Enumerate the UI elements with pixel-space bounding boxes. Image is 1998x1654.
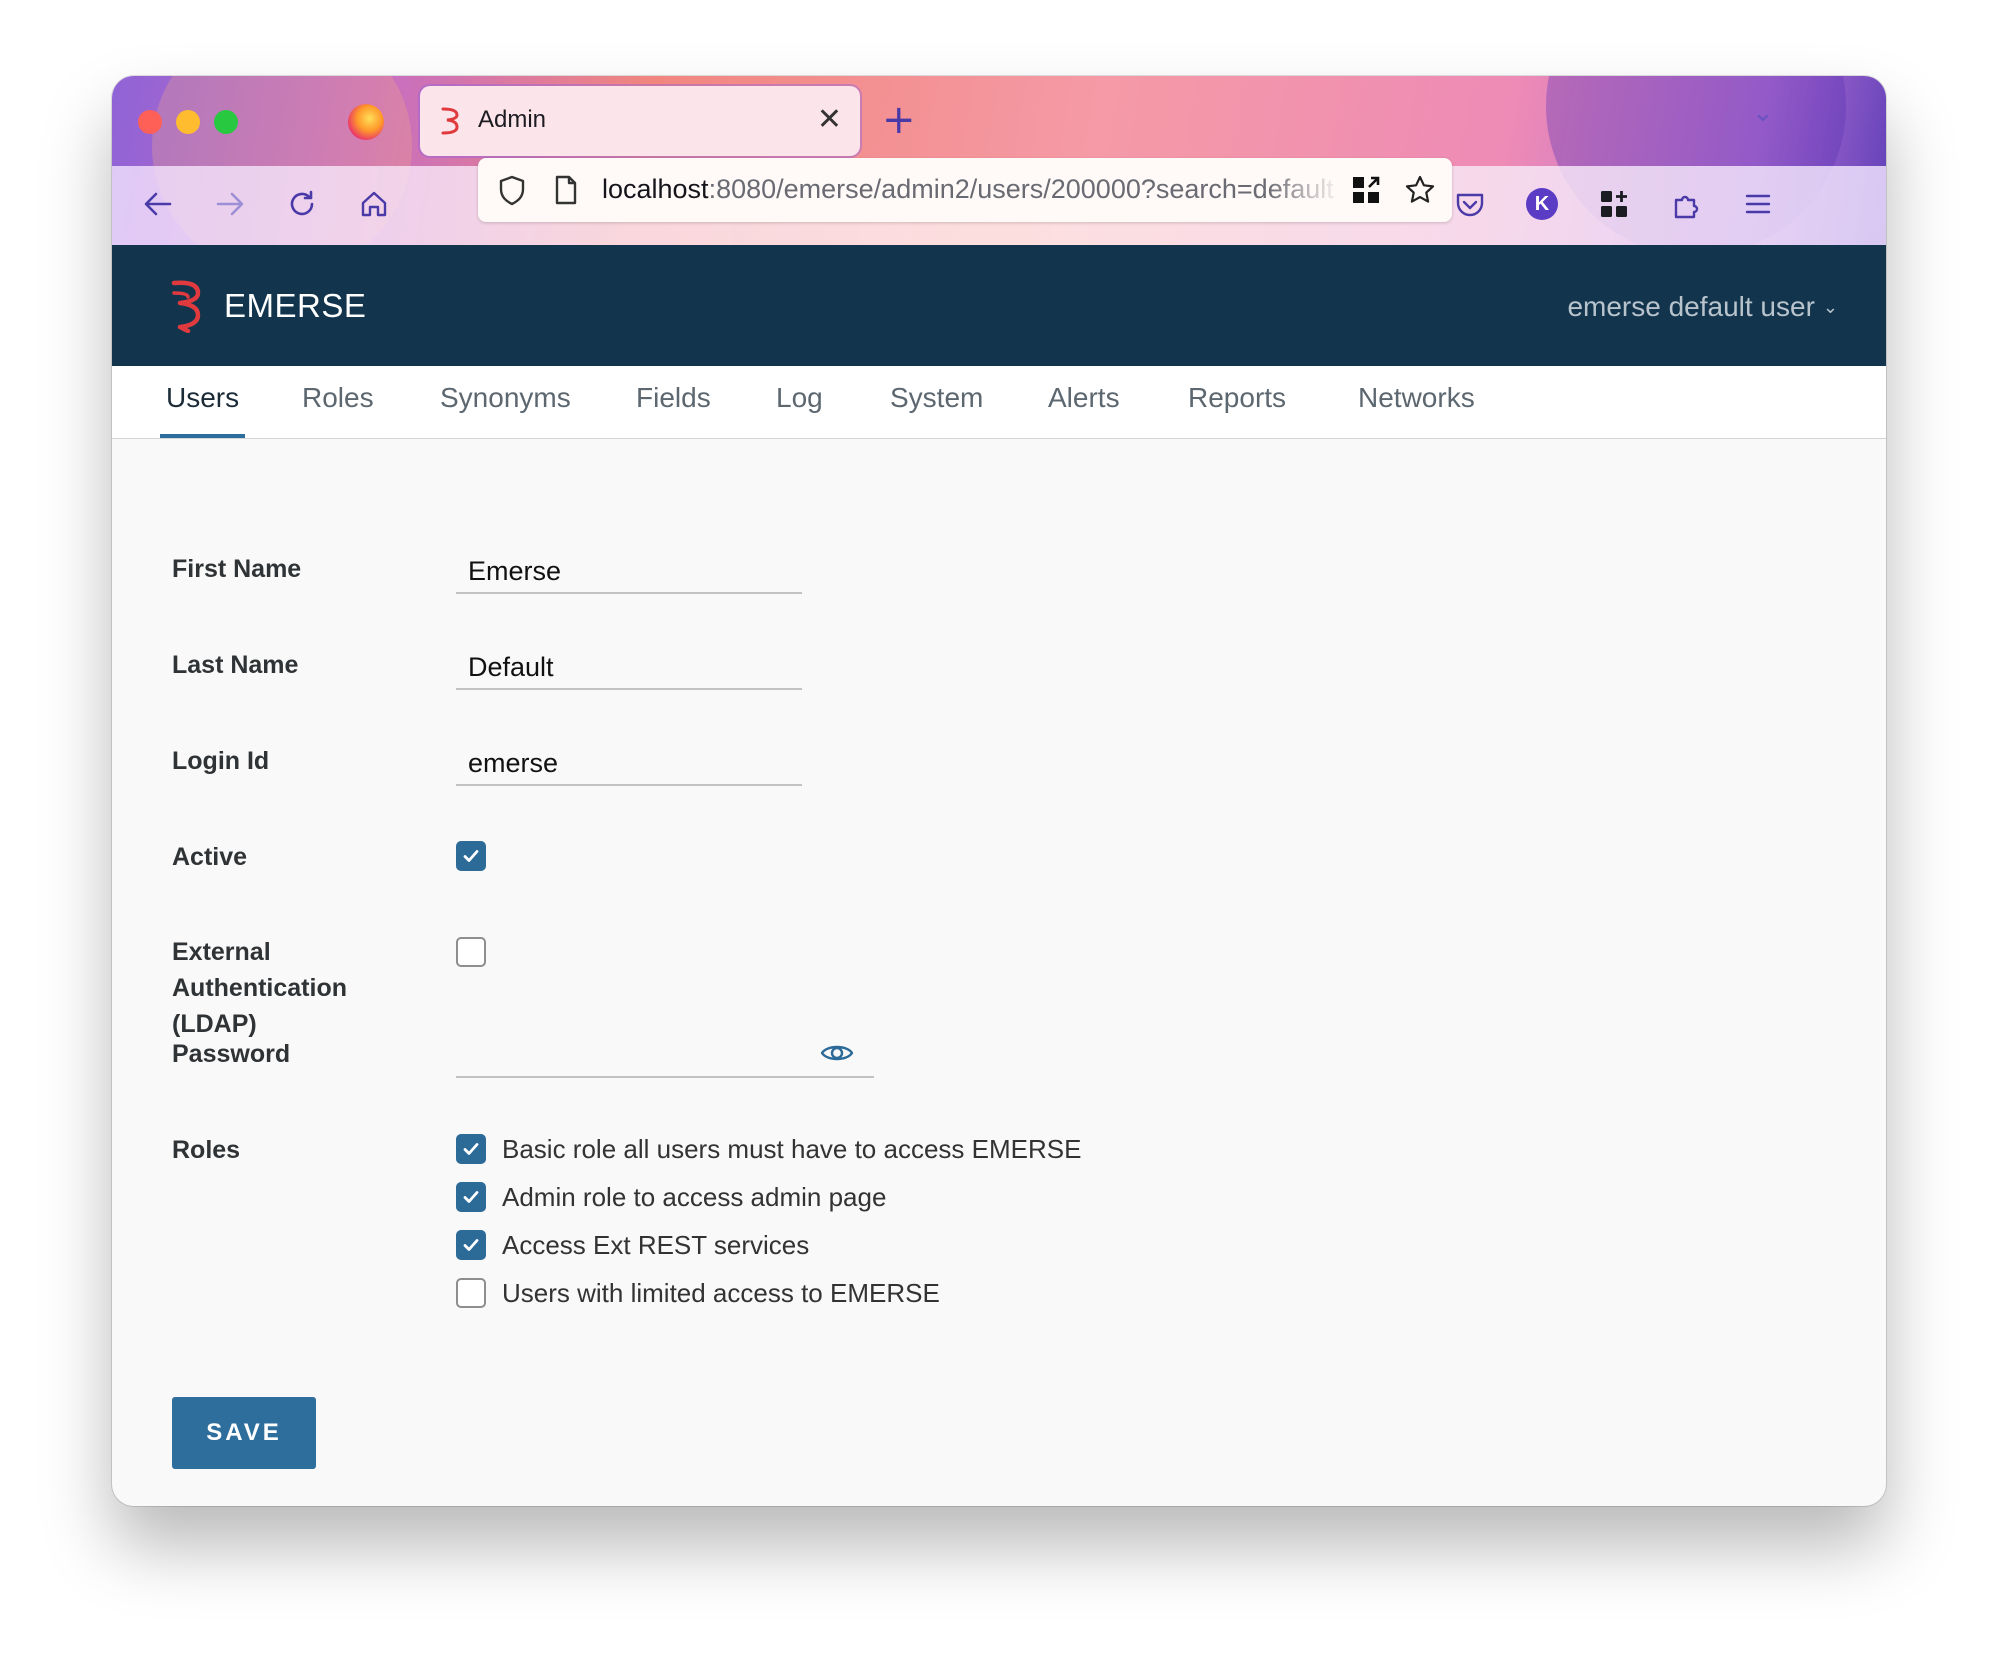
forward-arrow-icon[interactable] (208, 182, 252, 226)
role-checkbox-rest[interactable] (456, 1230, 486, 1260)
hamburger-menu-icon[interactable] (1736, 182, 1780, 226)
login-id-field[interactable] (456, 742, 802, 786)
user-menu-label: emerse default user (1567, 291, 1815, 322)
minimize-window-button[interactable] (176, 110, 200, 134)
tab-list-chevron-icon[interactable]: ⌄ (1752, 98, 1774, 128)
active-label: Active (172, 843, 248, 871)
roles-label: Roles (172, 1136, 241, 1164)
external-auth-label-line: External (172, 938, 271, 966)
qr-code-icon[interactable] (1344, 168, 1388, 212)
account-avatar[interactable]: K (1520, 182, 1564, 226)
url-host: localhost (602, 174, 709, 204)
checkmark-icon (463, 1143, 479, 1155)
zoom-window-button[interactable] (214, 110, 238, 134)
navigation-toolbar: localhost:8080/emerse/admin2/users/20000… (112, 158, 1886, 246)
new-tab-button[interactable]: + (882, 98, 916, 142)
back-arrow-icon[interactable] (136, 182, 180, 226)
active-checkbox[interactable] (456, 841, 486, 871)
role-checkbox-admin[interactable] (456, 1182, 486, 1212)
emerse-logo-icon (441, 107, 459, 135)
address-bar[interactable]: localhost:8080/emerse/admin2/users/20000… (478, 158, 1452, 222)
pocket-icon[interactable] (1448, 182, 1492, 226)
tab-log[interactable]: Log (770, 382, 829, 438)
tab-fields[interactable]: Fields (630, 382, 717, 438)
checkmark-icon (463, 1191, 479, 1203)
role-checkbox-basic[interactable] (456, 1134, 486, 1164)
admin-tab-bar: Users Roles Synonyms Fields Log System A… (112, 366, 1886, 439)
role-label-admin[interactable]: Admin role to access admin page (502, 1180, 886, 1214)
app-header: EMERSE emerse default user ⌄ (112, 245, 1886, 366)
url-path: :8080/emerse/admin2/users/200000?search=… (708, 174, 1334, 204)
role-checkbox-limited[interactable] (456, 1278, 486, 1308)
role-label-rest[interactable]: Access Ext REST services (502, 1228, 809, 1262)
account-initial: K (1526, 188, 1558, 220)
tab-roles[interactable]: Roles (296, 382, 380, 438)
show-password-eye-icon[interactable] (818, 1038, 856, 1068)
url-text[interactable]: localhost:8080/emerse/admin2/users/20000… (602, 174, 1342, 205)
bookmark-star-icon[interactable] (1398, 168, 1442, 212)
tab-reports[interactable]: Reports (1182, 382, 1292, 438)
emerse-logo-icon[interactable] (170, 277, 204, 333)
tab-users[interactable]: Users (160, 382, 246, 438)
tab-title: Admin (478, 106, 547, 133)
tab-synonyms[interactable]: Synonyms (434, 382, 577, 438)
user-menu[interactable]: emerse default user ⌄ (1567, 291, 1838, 323)
external-auth-label-line: Authentication (172, 974, 347, 1002)
tab-networks[interactable]: Networks (1352, 382, 1481, 438)
home-icon[interactable] (352, 182, 396, 226)
extensions-grid-icon[interactable] (1592, 182, 1636, 226)
password-label: Password (172, 1040, 291, 1068)
app-brand-name[interactable]: EMERSE (224, 287, 366, 325)
role-label-basic[interactable]: Basic role all users must have to access… (502, 1132, 1081, 1166)
shield-icon[interactable] (490, 168, 534, 212)
login-id-label: Login Id (172, 747, 270, 775)
last-name-field[interactable] (456, 646, 802, 690)
browser-tab-admin[interactable]: Admin ✕ (420, 86, 860, 156)
tab-system[interactable]: System (884, 382, 989, 438)
reload-icon[interactable] (280, 182, 324, 226)
first-name-field[interactable] (456, 550, 802, 594)
external-auth-checkbox[interactable] (456, 937, 486, 967)
first-name-label: First Name (172, 555, 302, 583)
last-name-label: Last Name (172, 651, 299, 679)
tab-alerts[interactable]: Alerts (1042, 382, 1126, 438)
page-icon[interactable] (544, 168, 588, 212)
browser-window: Admin ✕ + ⌄ localhost:8080/emerse/admin2… (112, 76, 1886, 1506)
checkmark-icon (463, 850, 479, 862)
password-field[interactable] (456, 1034, 874, 1078)
firefox-view-icon[interactable] (348, 104, 384, 140)
puzzle-piece-icon[interactable] (1664, 182, 1708, 226)
browser-chrome: Admin ✕ + ⌄ localhost:8080/emerse/admin2… (112, 76, 1886, 276)
role-label-limited[interactable]: Users with limited access to EMERSE (502, 1276, 940, 1310)
close-window-button[interactable] (138, 110, 162, 134)
checkmark-icon (463, 1239, 479, 1251)
save-button[interactable]: SAVE (172, 1397, 316, 1469)
tab-close-icon[interactable]: ✕ (817, 100, 842, 140)
chevron-down-icon: ⌄ (1822, 296, 1838, 317)
external-auth-label: External Authentication (LDAP) (172, 934, 347, 1042)
